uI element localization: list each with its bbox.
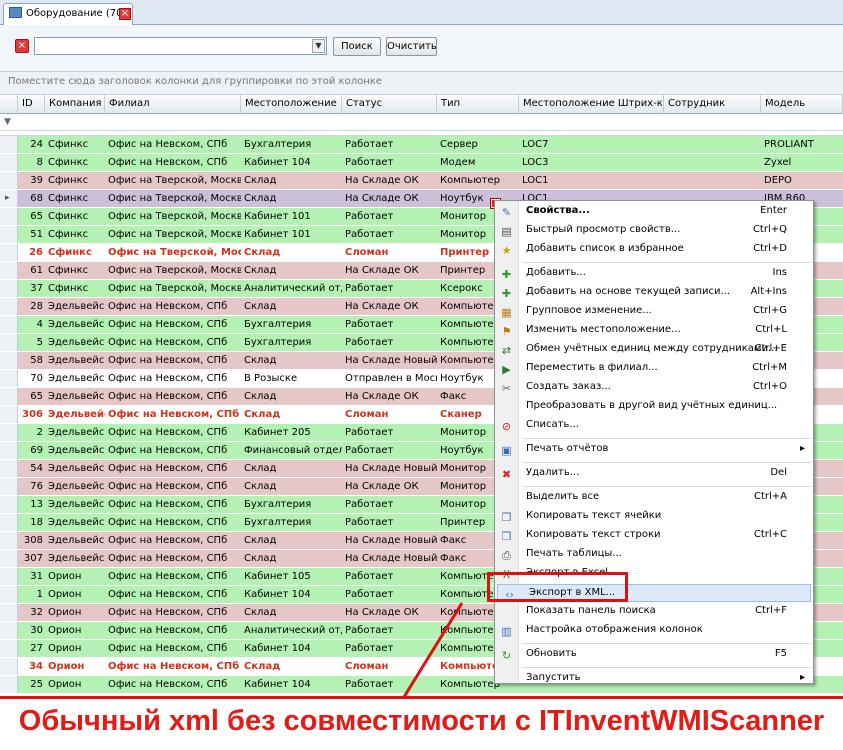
annotation-caption: Обычный xml без совместимости с ITInvent… bbox=[0, 696, 843, 750]
annotation-arrow bbox=[402, 602, 464, 698]
app-window: Оборудование (70) × × ▼ Поиск Очистить П… bbox=[0, 0, 843, 750]
